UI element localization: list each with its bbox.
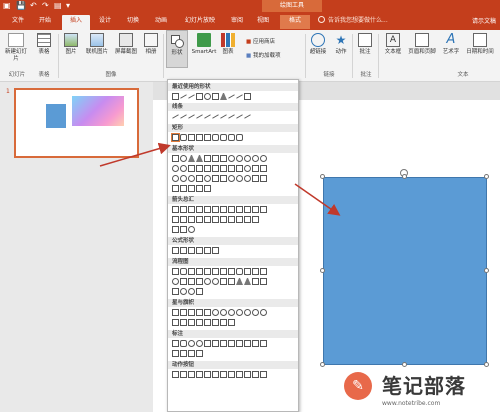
- brand-logo-icon: ✎: [344, 372, 372, 400]
- arrow-to-square: [294, 183, 341, 216]
- annotation-arrows: [99, 142, 341, 216]
- watermark-url: www.notetribe.com: [382, 400, 441, 407]
- watermark: ✎ 笔记部落 www.notetribe.com: [338, 364, 500, 412]
- arrow-to-rectangle: [99, 142, 171, 167]
- watermark-brand: 笔记部落: [382, 374, 466, 398]
